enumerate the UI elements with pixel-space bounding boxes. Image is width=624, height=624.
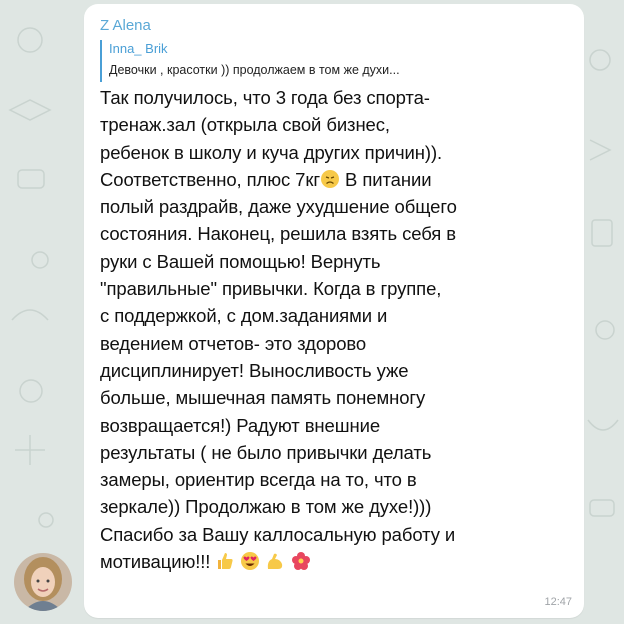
reply-text: Девочки , красотки )) продолжаем в том ж… xyxy=(109,63,400,77)
reply-preview[interactable]: Inna_ Brik Девочки , красотки )) продолж… xyxy=(100,40,568,82)
message-time: 12:47 xyxy=(544,596,572,608)
message-text-part3: полый раздрайв, даже ухудшение общего со… xyxy=(100,196,457,573)
message-text-part2: В питании xyxy=(340,168,432,190)
thumbs-up-icon xyxy=(218,553,233,570)
heart-eyes-face-icon xyxy=(241,552,260,571)
sender-name[interactable]: Z Alena xyxy=(100,16,568,36)
avatar[interactable] xyxy=(14,553,72,611)
message-text: Так получилось, что 3 года без спорта- т… xyxy=(100,84,568,575)
disappointed-face-icon xyxy=(321,169,340,188)
message-bubble[interactable]: Z Alena Inna_ Brik Девочки , красотки ))… xyxy=(84,4,584,618)
hibiscus-flower-icon xyxy=(291,552,310,571)
reply-author: Inna_ Brik xyxy=(109,41,168,56)
flexed-biceps-icon xyxy=(268,553,283,570)
